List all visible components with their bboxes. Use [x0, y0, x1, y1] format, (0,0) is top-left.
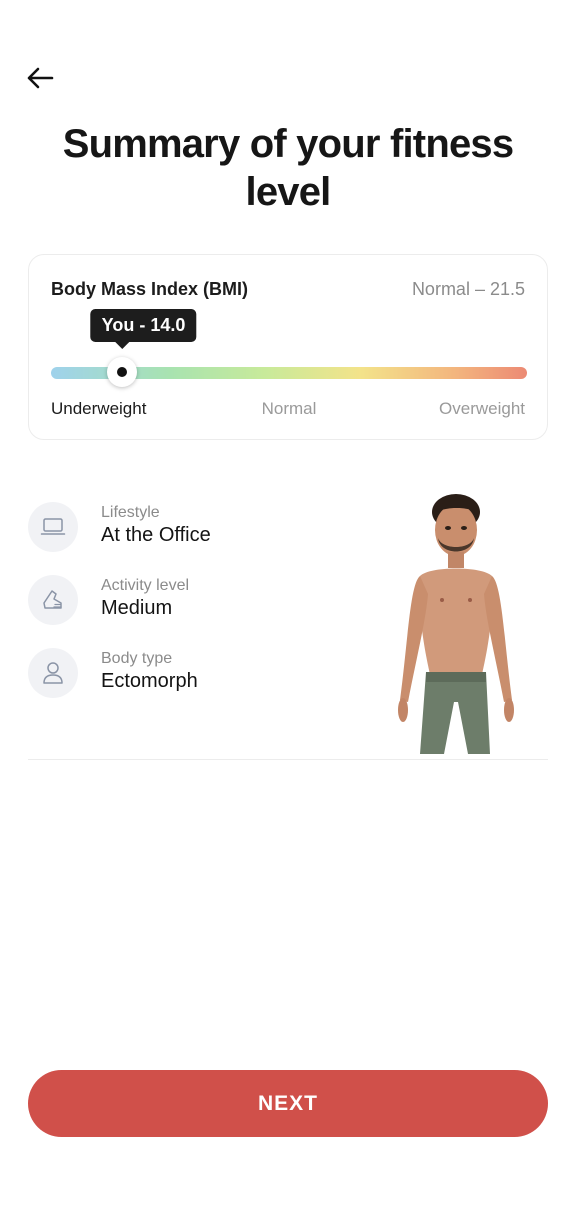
person-icon [28, 648, 78, 698]
bmi-marker [107, 357, 138, 387]
next-button[interactable]: NEXT [28, 1070, 548, 1137]
laptop-icon [28, 502, 78, 552]
activity-value: Medium [101, 597, 173, 619]
lifestyle-caption: Lifestyle [101, 504, 160, 521]
list-item-activity: Activity level Medium [28, 575, 358, 648]
arrow-left-icon [27, 67, 54, 89]
lifestyle-value: At the Office [101, 524, 211, 546]
activity-caption: Activity level [101, 577, 190, 594]
section-divider [28, 759, 548, 760]
sneaker-icon [28, 575, 78, 625]
page-title: Summary of your fitness level [62, 122, 514, 214]
profile-list: Lifestyle At the Office Activity level M… [28, 502, 358, 721]
back-button[interactable] [22, 62, 58, 94]
scale-overweight-label: Overweight [439, 399, 525, 418]
bmi-card: Body Mass Index (BMI) Normal – 21.5 You … [28, 254, 548, 440]
list-item-lifestyle: Lifestyle At the Office [28, 502, 358, 575]
bmi-user-tooltip: You - 14.0 [90, 309, 197, 349]
bmi-normal-value: Normal – 21.5 [411, 279, 525, 299]
bodytype-caption: Body type [101, 650, 173, 667]
bmi-label: Body Mass Index (BMI) [51, 279, 249, 299]
body-avatar [398, 494, 514, 754]
bmi-marker-dot [117, 367, 128, 377]
list-item-bodytype: Body type Ectomorph [28, 648, 358, 721]
bodytype-value: Ectomorph [101, 670, 198, 692]
